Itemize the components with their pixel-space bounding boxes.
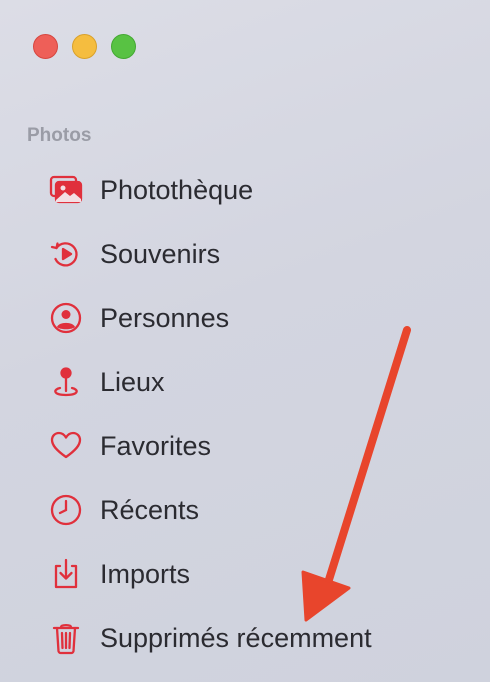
sidebar-section-title: Photos: [27, 125, 92, 146]
annotation-arrow-shaft: [323, 326, 411, 590]
sidebar-item-favorites[interactable]: Favorites: [48, 426, 211, 466]
sidebar-item-label: Personnes: [100, 302, 230, 333]
sidebar-item-label: Souvenirs: [100, 238, 221, 269]
close-window-button[interactable]: [33, 34, 58, 59]
zoom-window-button[interactable]: [111, 34, 136, 59]
sidebar-item-people[interactable]: Personnes: [48, 298, 229, 338]
minimize-window-button[interactable]: [72, 34, 97, 59]
import-tray-icon: [48, 556, 84, 592]
memories-icon: [48, 236, 84, 272]
photo-library-icon: [48, 172, 84, 208]
annotation-arrow-head: [301, 570, 351, 622]
sidebar-item-library[interactable]: Photothèque: [48, 170, 253, 210]
sidebar-item-label: Lieux: [100, 366, 165, 397]
sidebar-item-imports[interactable]: Imports: [48, 554, 190, 594]
heart-icon: [48, 428, 84, 464]
window-controls: [33, 34, 136, 59]
sidebar-item-recents[interactable]: Récents: [48, 490, 199, 530]
sidebar-item-label: Favorites: [100, 430, 212, 461]
clock-icon: [48, 492, 84, 528]
sidebar-item-memories[interactable]: Souvenirs: [48, 234, 220, 274]
sidebar-item-label: Photothèque: [100, 174, 254, 205]
sidebar-item-recently-deleted[interactable]: Supprimés récemment: [48, 618, 372, 658]
sidebar-item-label: Récents: [100, 494, 200, 525]
sidebar-item-places[interactable]: Lieux: [48, 362, 165, 402]
map-pin-icon: [48, 364, 84, 400]
sidebar-item-label: Imports: [100, 558, 191, 589]
sidebar-item-label: Supprimés récemment: [100, 622, 372, 653]
trash-icon: [48, 620, 84, 656]
person-icon: [48, 300, 84, 336]
